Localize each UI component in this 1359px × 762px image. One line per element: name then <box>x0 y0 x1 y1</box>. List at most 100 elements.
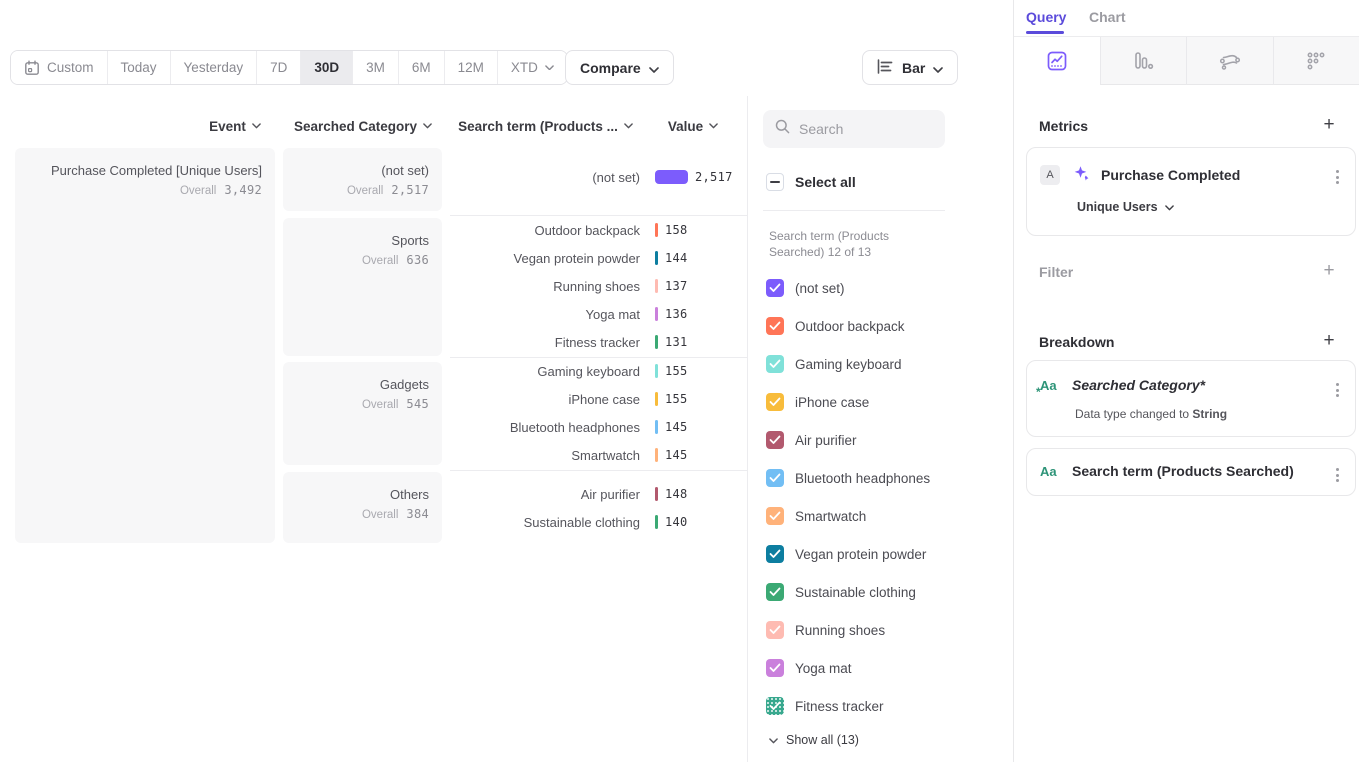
value-row[interactable]: Smartwatch145 <box>450 441 747 469</box>
value-bar <box>655 335 658 349</box>
date-range-7d[interactable]: 7D <box>257 51 301 84</box>
chart-type-label: Bar <box>902 60 925 76</box>
date-range-12m[interactable]: 12M <box>445 51 498 84</box>
date-range-30d[interactable]: 30D <box>301 51 353 84</box>
date-range-label: Yesterday <box>184 60 244 75</box>
filter-item[interactable]: Gaming keyboard <box>766 352 902 376</box>
filter-item[interactable]: Yoga mat <box>766 656 852 680</box>
value-row[interactable]: Fitness tracker131 <box>450 328 747 356</box>
breakdown-card[interactable]: Aa*Searched Category*Data type changed t… <box>1026 360 1356 437</box>
metric-menu-icon[interactable] <box>1332 166 1343 188</box>
breakdown-card[interactable]: AaSearch term (Products Searched) <box>1026 448 1356 496</box>
tab-chart[interactable]: Chart <box>1089 9 1126 25</box>
chevron-down-icon <box>933 60 943 76</box>
date-range-label: 3M <box>366 60 385 75</box>
category-cell[interactable]: SportsOverall636 <box>283 218 442 356</box>
value-row[interactable]: Running shoes137 <box>450 272 747 300</box>
search-term-label: Air purifier <box>450 487 640 502</box>
report-tab-insights[interactable] <box>1014 37 1100 85</box>
category-cell[interactable]: (not set)Overall2,517 <box>283 148 442 211</box>
date-range-6m[interactable]: 6M <box>399 51 445 84</box>
filter-item[interactable]: Bluetooth headphones <box>766 466 930 490</box>
chart-type-button[interactable]: Bar <box>862 50 958 85</box>
value-bar <box>655 170 688 184</box>
filter-item-checkbox[interactable] <box>766 697 784 715</box>
chevron-down-icon <box>423 123 432 129</box>
search-input[interactable] <box>799 121 929 137</box>
event-cell[interactable]: Purchase Completed [Unique Users] Overal… <box>15 148 275 543</box>
filter-item[interactable]: Running shoes <box>766 618 885 642</box>
filter-item[interactable]: Sustainable clothing <box>766 580 916 604</box>
filter-item-label: Gaming keyboard <box>795 357 902 372</box>
filter-item-label: Smartwatch <box>795 509 866 524</box>
filter-item-label: (not set) <box>795 281 845 296</box>
column-header-4[interactable]: Value <box>650 116 736 136</box>
filter-item[interactable]: Fitness tracker <box>766 694 884 718</box>
filter-item[interactable]: Air purifier <box>766 428 857 452</box>
value-row[interactable]: Vegan protein powder144 <box>450 244 747 272</box>
filter-item[interactable]: Smartwatch <box>766 504 866 528</box>
search-term-label: Outdoor backpack <box>450 223 640 238</box>
filter-item[interactable]: Vegan protein powder <box>766 542 926 566</box>
column-header-2[interactable]: Searched Category <box>278 116 448 136</box>
value-row[interactable]: (not set)2,517 <box>450 163 747 191</box>
filter-item[interactable]: (not set) <box>766 276 845 300</box>
value-bar <box>655 448 658 462</box>
tab-query[interactable]: Query <box>1026 9 1066 25</box>
value-row[interactable]: Gaming keyboard155 <box>450 357 747 385</box>
filter-item-checkbox[interactable] <box>766 431 784 449</box>
select-all-checkbox[interactable] <box>766 173 784 191</box>
filter-item-checkbox[interactable] <box>766 355 784 373</box>
value-number: 145 <box>665 420 688 434</box>
filter-item[interactable]: Outdoor backpack <box>766 314 905 338</box>
date-range-custom[interactable]: Custom <box>11 51 108 84</box>
add-metric-button[interactable]: + <box>1319 115 1339 135</box>
filter-item-checkbox[interactable] <box>766 469 784 487</box>
report-tab-flows[interactable] <box>1186 37 1273 85</box>
filter-item-checkbox[interactable] <box>766 393 784 411</box>
value-number: 155 <box>665 392 688 406</box>
category-cell[interactable]: GadgetsOverall545 <box>283 362 442 465</box>
add-breakdown-button[interactable]: + <box>1319 331 1339 351</box>
report-tab-funnel[interactable] <box>1100 37 1187 85</box>
date-range-yesterday[interactable]: Yesterday <box>171 51 258 84</box>
value-row[interactable]: iPhone case155 <box>450 385 747 413</box>
value-row[interactable]: Outdoor backpack 158 <box>450 216 747 244</box>
filter-item-checkbox[interactable] <box>766 317 784 335</box>
filter-item-checkbox[interactable] <box>766 621 784 639</box>
breakdown-menu-icon[interactable] <box>1332 379 1343 401</box>
add-filter-button[interactable]: + <box>1319 261 1339 281</box>
active-tab-underline <box>1026 31 1064 34</box>
filter-item-checkbox[interactable] <box>766 659 784 677</box>
metric-card[interactable]: A Purchase Completed Unique Users <box>1026 147 1356 236</box>
value-row[interactable]: Air purifier148 <box>450 480 747 508</box>
filter-item-checkbox[interactable] <box>766 507 784 525</box>
category-cell[interactable]: OthersOverall384 <box>283 472 442 543</box>
date-range-today[interactable]: Today <box>108 51 171 84</box>
breakdown-menu-icon[interactable] <box>1332 464 1343 486</box>
search-term-label: Gaming keyboard <box>450 364 640 379</box>
value-row[interactable]: Sustainable clothing140 <box>450 508 747 536</box>
filter-item-label: Yoga mat <box>795 661 852 676</box>
aggregation-selector[interactable]: Unique Users <box>1077 200 1174 214</box>
calendar-icon <box>24 60 40 76</box>
filter-item-checkbox[interactable] <box>766 545 784 563</box>
search-term-label: Sustainable clothing <box>450 515 640 530</box>
show-all-link[interactable]: Show all (13) <box>769 733 859 747</box>
search-term-label: Bluetooth headphones <box>450 420 640 435</box>
filter-item[interactable]: iPhone case <box>766 390 869 414</box>
value-number: 158 <box>665 223 688 237</box>
date-range-xtd[interactable]: XTD <box>498 51 567 84</box>
report-tab-retention[interactable] <box>1273 37 1359 85</box>
date-range-label: Custom <box>47 60 94 75</box>
select-all-row[interactable]: Select all <box>766 173 856 191</box>
date-range-3m[interactable]: 3M <box>353 51 399 84</box>
value-row[interactable]: Bluetooth headphones 145 <box>450 413 747 441</box>
compare-button[interactable]: Compare <box>565 50 674 85</box>
filter-item-checkbox[interactable] <box>766 279 784 297</box>
breakdown-note-bold: String <box>1192 407 1227 421</box>
event-icon <box>1072 164 1089 186</box>
filter-item-checkbox[interactable] <box>766 583 784 601</box>
value-row[interactable]: Yoga mat136 <box>450 300 747 328</box>
column-header-3[interactable]: Search term (Products ... <box>448 116 643 136</box>
